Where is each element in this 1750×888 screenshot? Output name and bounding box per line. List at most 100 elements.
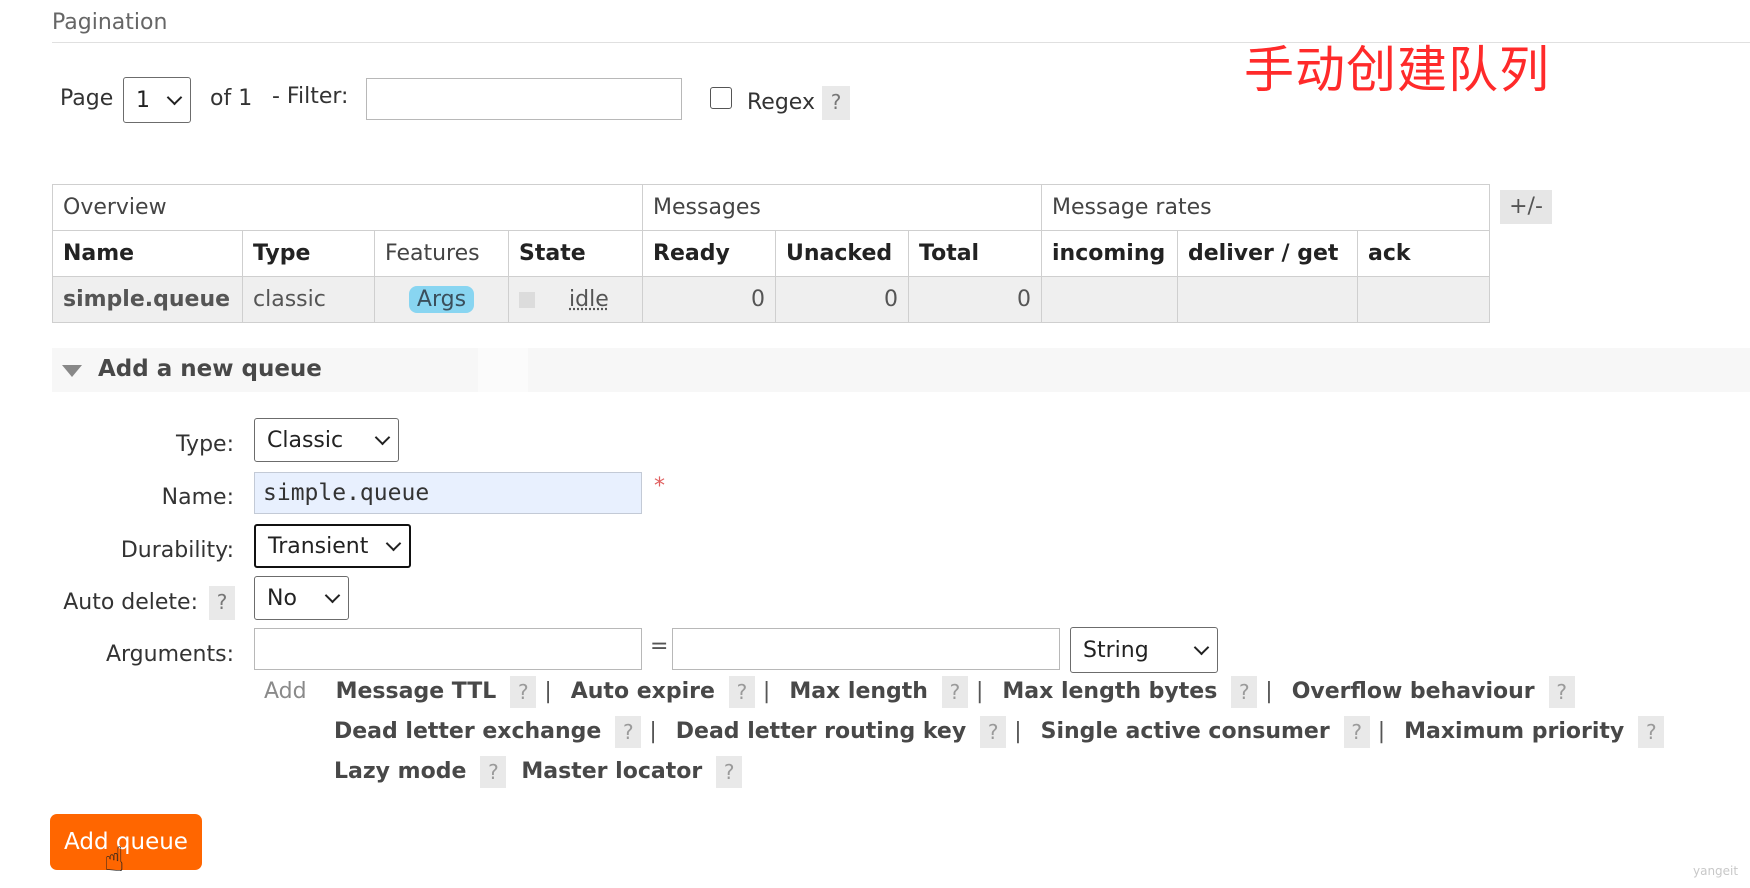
durability-select[interactable]: Transient xyxy=(254,524,411,568)
add-queue-heading[interactable]: Add a new queue xyxy=(98,356,322,382)
total-count: 0 xyxy=(908,276,1042,323)
type-select-value: Classic xyxy=(267,427,344,453)
durability-select-value: Transient xyxy=(268,533,369,559)
state-indicator-icon xyxy=(519,292,535,308)
name-label: Name: xyxy=(161,485,234,510)
regex-label: Regex xyxy=(747,90,815,115)
regex-help-button[interactable]: ? xyxy=(822,86,850,120)
separator: | xyxy=(1377,719,1386,744)
filter-input[interactable] xyxy=(366,78,682,120)
state-label: idle xyxy=(569,287,609,312)
page-of-label: of 1 xyxy=(210,86,253,111)
chevron-down-icon xyxy=(166,89,183,105)
col-type[interactable]: Type xyxy=(242,230,375,277)
arg-link-single-active-consumer[interactable]: Single active consumer xyxy=(1041,719,1330,744)
separator: | xyxy=(544,679,552,704)
auto-delete-help-button[interactable]: ? xyxy=(209,586,235,620)
watermark: yangeit xyxy=(1693,864,1739,878)
annotation-text: 手动创建队列 xyxy=(1244,41,1550,99)
section-bar-divider xyxy=(478,348,528,392)
queues-table: Overview Messages Message rates Name Typ… xyxy=(52,184,1490,323)
col-deliver-get[interactable]: deliver / get xyxy=(1177,230,1358,277)
help-icon[interactable]: ? xyxy=(1638,716,1665,748)
help-icon[interactable]: ? xyxy=(510,676,537,708)
help-icon[interactable]: ? xyxy=(728,676,755,708)
arg-link-message-ttl[interactable]: Message TTL xyxy=(336,679,497,704)
arg-link-maximum-priority[interactable]: Maximum priority xyxy=(1404,719,1624,744)
ack-rate xyxy=(1357,276,1490,323)
hand-cursor-icon: ☝ xyxy=(104,840,125,880)
help-icon[interactable]: ? xyxy=(1343,716,1370,748)
auto-delete-select[interactable]: No xyxy=(254,576,349,620)
arg-link-auto-expire[interactable]: Auto expire xyxy=(571,679,715,704)
chevron-down-icon xyxy=(385,535,402,551)
required-marker: * xyxy=(654,474,665,499)
queue-name-input[interactable]: simple.queue xyxy=(254,472,642,514)
deliver-get-rate xyxy=(1177,276,1358,323)
quick-arguments: Add Message TTL? | Auto expire? | Max leng… xyxy=(264,672,1724,792)
add-queue-button[interactable]: Add queue xyxy=(50,814,202,870)
chevron-down-icon xyxy=(374,429,391,445)
incoming-rate xyxy=(1041,276,1178,323)
help-icon[interactable]: ? xyxy=(941,676,968,708)
chevron-down-icon xyxy=(324,587,341,603)
arg-link-dead-letter-routing-key[interactable]: Dead letter routing key xyxy=(676,719,966,744)
separator: | xyxy=(1265,679,1273,704)
type-select[interactable]: Classic xyxy=(254,418,399,462)
ready-count: 0 xyxy=(642,276,776,323)
arguments-label: Arguments: xyxy=(105,642,234,667)
help-icon[interactable]: ? xyxy=(480,756,507,788)
help-icon[interactable]: ? xyxy=(1548,676,1575,708)
help-icon[interactable]: ? xyxy=(615,716,642,748)
page-select[interactable]: 1 xyxy=(123,77,191,123)
regex-checkbox[interactable] xyxy=(710,87,732,109)
queue-state: idle xyxy=(508,276,643,323)
help-icon[interactable]: ? xyxy=(980,716,1007,748)
table-row[interactable]: simple.queue classic Args idle 0 0 0 xyxy=(52,276,1490,323)
equals-sign: = xyxy=(650,634,669,659)
unacked-count: 0 xyxy=(775,276,909,323)
columns-toggle-button[interactable]: +/- xyxy=(1500,190,1552,224)
group-message-rates: Message rates xyxy=(1041,184,1490,231)
separator: | xyxy=(762,679,771,704)
separator: | xyxy=(649,719,657,744)
col-unacked[interactable]: Unacked xyxy=(775,230,909,277)
col-ready[interactable]: Ready xyxy=(642,230,776,277)
add-arg-label: Add xyxy=(264,679,307,704)
help-icon[interactable]: ? xyxy=(1231,676,1258,708)
table-column-header: Name Type Features State Ready Unacked T… xyxy=(52,230,1490,277)
auto-delete-select-value: No xyxy=(267,585,297,611)
args-badge[interactable]: Args xyxy=(408,286,475,313)
filter-label: - Filter: xyxy=(272,84,349,109)
chevron-down-icon xyxy=(1193,639,1210,655)
separator: | xyxy=(1014,719,1022,744)
arg-link-dead-letter-exchange[interactable]: Dead letter exchange xyxy=(334,719,601,744)
table-group-header: Overview Messages Message rates xyxy=(52,184,1490,231)
type-label: Type: xyxy=(176,432,234,457)
col-state[interactable]: State xyxy=(508,230,643,277)
help-icon[interactable]: ? xyxy=(716,756,743,788)
queue-features: Args xyxy=(374,276,509,323)
col-name[interactable]: Name xyxy=(52,230,243,277)
group-overview: Overview xyxy=(52,184,643,231)
auto-delete-label: Auto delete: xyxy=(63,590,198,615)
argument-key-input[interactable] xyxy=(254,628,642,670)
collapse-triangle-icon[interactable] xyxy=(62,365,82,377)
page-label: Page xyxy=(60,86,114,111)
arg-link-lazy-mode[interactable]: Lazy mode xyxy=(334,759,466,784)
page-select-value: 1 xyxy=(136,87,150,113)
arg-link-max-length-bytes[interactable]: Max length bytes xyxy=(1002,679,1217,704)
argument-type-value: String xyxy=(1083,637,1149,663)
arg-link-master-locator[interactable]: Master locator xyxy=(521,759,702,784)
argument-value-input[interactable] xyxy=(672,628,1060,670)
arg-link-overflow-behaviour[interactable]: Overflow behaviour xyxy=(1292,679,1535,704)
arg-link-max-length[interactable]: Max length xyxy=(789,679,928,704)
queue-type: classic xyxy=(242,276,375,323)
durability-label: Durability: xyxy=(120,538,234,563)
col-total[interactable]: Total xyxy=(908,230,1042,277)
col-ack[interactable]: ack xyxy=(1357,230,1490,277)
separator: | xyxy=(975,679,984,704)
queue-name-link[interactable]: simple.queue xyxy=(52,276,243,323)
col-incoming[interactable]: incoming xyxy=(1041,230,1178,277)
argument-type-select[interactable]: String xyxy=(1070,627,1218,673)
